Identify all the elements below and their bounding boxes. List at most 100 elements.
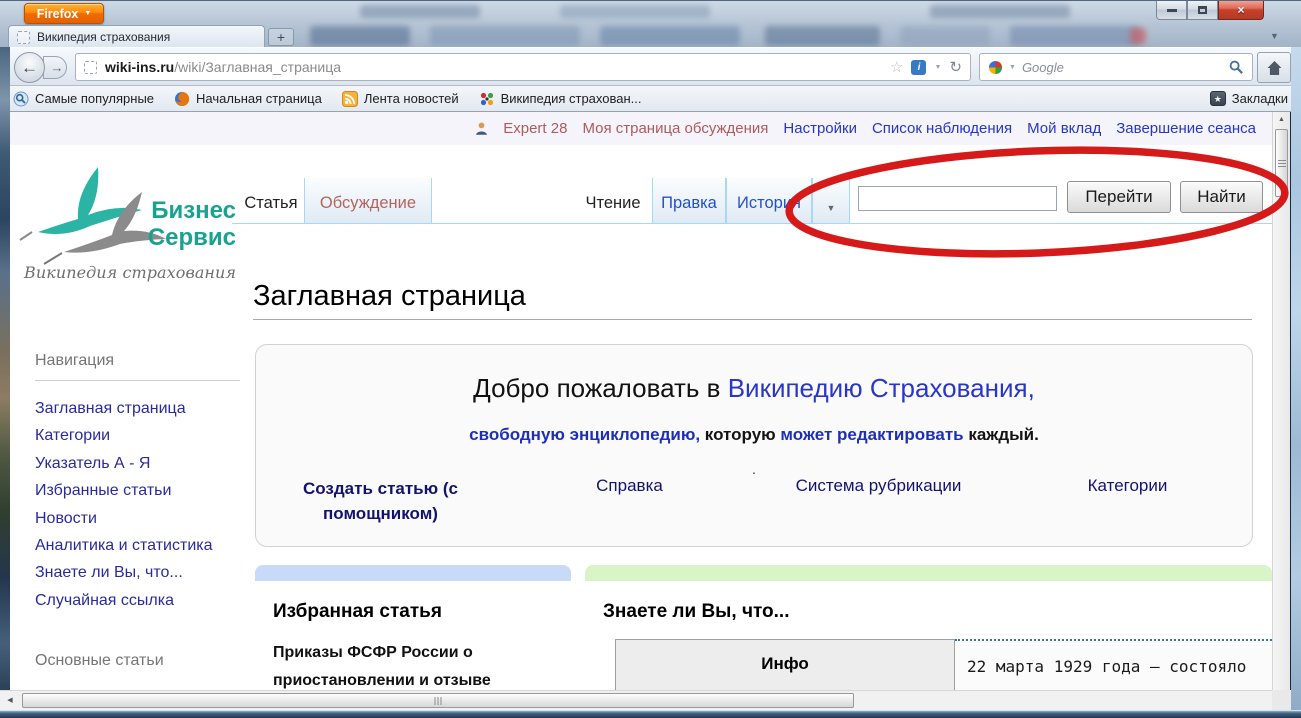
wiki-search-input[interactable]	[858, 186, 1057, 211]
tab-talk-label: Обсуждение	[320, 194, 416, 213]
my-talk-link[interactable]: Моя страница обсуждения	[582, 120, 768, 137]
scroll-left-icon[interactable]: ◀	[2, 691, 18, 710]
home-button[interactable]	[1257, 52, 1291, 83]
bookmarks-menu-button[interactable]: ★ Закладки	[1210, 91, 1288, 106]
background-window-blur	[360, 5, 480, 18]
featured-article-link[interactable]: Приказы ФСФР России о приостановлении и …	[273, 639, 543, 690]
sidebar-item-featured[interactable]: Избранные статьи	[35, 477, 240, 504]
vertical-scrollbar-thumb[interactable]	[1275, 129, 1288, 197]
scrollbar-grip	[435, 697, 442, 705]
search-find-button[interactable]: Найти	[1180, 181, 1263, 213]
list-all-tabs-button[interactable]: ▼	[1270, 31, 1279, 41]
chevron-down-icon: ▼	[827, 203, 836, 213]
logo-bird-leg	[20, 232, 32, 240]
welcome-heading: Добро пожаловать в Википедию Страхования…	[256, 373, 1252, 404]
sidebar-item-news[interactable]: Новости	[35, 505, 240, 532]
firefox-menu-button[interactable]: Firefox ▼	[24, 3, 104, 24]
sidebar-item-index[interactable]: Указатель А - Я	[35, 450, 240, 477]
tab-edit[interactable]: Правка	[652, 178, 726, 224]
horizontal-scrollbar[interactable]: ◀ ▶	[0, 690, 1290, 710]
google-logo-icon[interactable]	[988, 60, 1003, 75]
tab-read[interactable]: Чтение	[575, 178, 651, 224]
search-magnifier-icon[interactable]	[1229, 60, 1244, 75]
url-bar[interactable]: wiki-ins.ru/wiki/Заглавная_страница ☆ i …	[75, 53, 971, 81]
content-top-border	[232, 223, 1272, 224]
site-info-icon[interactable]: i	[911, 60, 926, 75]
missing-favicon-icon	[17, 31, 30, 44]
web-search-box[interactable]: ▼	[979, 53, 1253, 81]
forward-button[interactable]: →	[43, 56, 67, 79]
tab-history[interactable]: История	[726, 178, 812, 224]
tab-actions-dropdown[interactable]: ▼	[812, 178, 850, 224]
new-tab-button[interactable]: +	[268, 28, 294, 46]
logo-caption: Википедия страхования	[23, 263, 236, 282]
bookmark-item[interactable]: Википедия страхован...	[479, 91, 642, 107]
tab-read-label: Чтение	[585, 194, 640, 213]
tab-article-label: Статья	[244, 194, 297, 213]
welcome-sub-link1[interactable]: свободную энциклопедию,	[469, 425, 700, 444]
bookmarks-star-icon: ★	[1210, 91, 1226, 106]
missing-favicon-icon	[84, 61, 97, 74]
close-icon: ×	[1237, 3, 1244, 17]
maximize-icon	[1198, 6, 1207, 14]
sidebar-item-main-page[interactable]: Заглавная страница	[35, 395, 240, 422]
logo-text-line1: Бизнес	[151, 197, 236, 224]
sidebar-item-random[interactable]: Случайная ссылка	[35, 587, 240, 614]
window-left-border	[0, 47, 10, 710]
sidebar-item-analytics[interactable]: Аналитика и статистика	[35, 532, 240, 559]
close-button[interactable]: ×	[1218, 1, 1264, 20]
sidebar-item-categories[interactable]: Категории	[35, 422, 240, 449]
background-window-blur	[600, 26, 740, 46]
welcome-prefix: Добро пожаловать в	[473, 373, 728, 403]
bookmark-star-icon[interactable]: ☆	[890, 58, 903, 76]
background-window-blur	[430, 26, 580, 46]
wiki-site-icon	[479, 91, 495, 107]
site-logo[interactable]: Бизнес Сервис Википедия страхования	[18, 152, 240, 288]
watchlist-link[interactable]: Список наблюдения	[872, 120, 1012, 137]
maximize-button[interactable]	[1187, 1, 1218, 20]
web-search-input[interactable]	[1022, 60, 1223, 75]
bookmark-label: Самые популярные	[35, 91, 154, 106]
search-engine-dropdown-icon[interactable]: ▼	[1009, 64, 1016, 71]
welcome-sub-link2[interactable]: может редактировать	[780, 425, 963, 444]
back-icon: ←	[21, 58, 38, 78]
scrollbar-grip	[1278, 160, 1286, 169]
dyk-info-cell: Инфо	[615, 639, 955, 690]
welcome-wiki-link[interactable]: Википедию Страхования,	[728, 373, 1035, 403]
preferences-link[interactable]: Настройки	[783, 120, 857, 137]
chevron-down-icon[interactable]: ▼	[934, 64, 941, 71]
bookmarks-menu-label: Закладки	[1232, 91, 1288, 106]
tab-edit-label: Правка	[661, 194, 717, 213]
background-window-blur	[900, 26, 990, 46]
page-title: Заглавная страница	[253, 280, 526, 313]
back-button[interactable]: ←	[14, 52, 45, 83]
contributions-link[interactable]: Мой вклад	[1027, 120, 1101, 137]
bookmark-item[interactable]: Самые популярные	[13, 91, 154, 107]
logout-link[interactable]: Завершение сеанса	[1116, 120, 1256, 137]
title-bar: Firefox ▼ Википедия страхования + × ▼	[0, 0, 1301, 47]
username-link[interactable]: Expert 28	[503, 120, 567, 137]
user-icon	[475, 122, 488, 135]
bookmark-item[interactable]: Лента новостей	[342, 91, 459, 107]
bookmarks-toolbar: Самые популярные Начальная страница Лент…	[1, 86, 1300, 112]
minimize-button[interactable]	[1156, 1, 1187, 20]
quick-links-row: Создать статью (с помощником) Справка Си…	[256, 476, 1252, 526]
dyk-text-cell: 22 марта 1929 года – состояло	[955, 639, 1272, 690]
url-path: /wiki/Заглавная_страница	[174, 59, 341, 75]
vertical-scrollbar[interactable]: ▲	[1272, 112, 1290, 690]
forward-icon: →	[51, 60, 64, 75]
tab-talk[interactable]: Обсуждение	[304, 178, 432, 224]
sidebar: Навигация Заглавная страница Категории У…	[35, 352, 240, 670]
firefox-menu-label: Firefox	[37, 7, 79, 21]
horizontal-scrollbar-thumb[interactable]	[22, 693, 854, 708]
browser-tab[interactable]: Википедия страхования	[8, 25, 265, 48]
bookmark-item[interactable]: Начальная страница	[174, 91, 322, 107]
tab-article[interactable]: Статья	[238, 178, 304, 224]
search-go-button[interactable]: Перейти	[1067, 181, 1171, 213]
reload-icon[interactable]: ↻	[949, 58, 962, 76]
scroll-up-icon[interactable]: ▲	[1273, 112, 1290, 128]
sidebar-item-dyk[interactable]: Знаете ли Вы, что...	[35, 559, 240, 586]
personal-toolbar: Expert 28 Моя страница обсуждения Настро…	[10, 112, 1272, 145]
quick-link-rubrication: Система рубрикации	[754, 476, 1003, 526]
sidebar-divider	[35, 380, 240, 381]
